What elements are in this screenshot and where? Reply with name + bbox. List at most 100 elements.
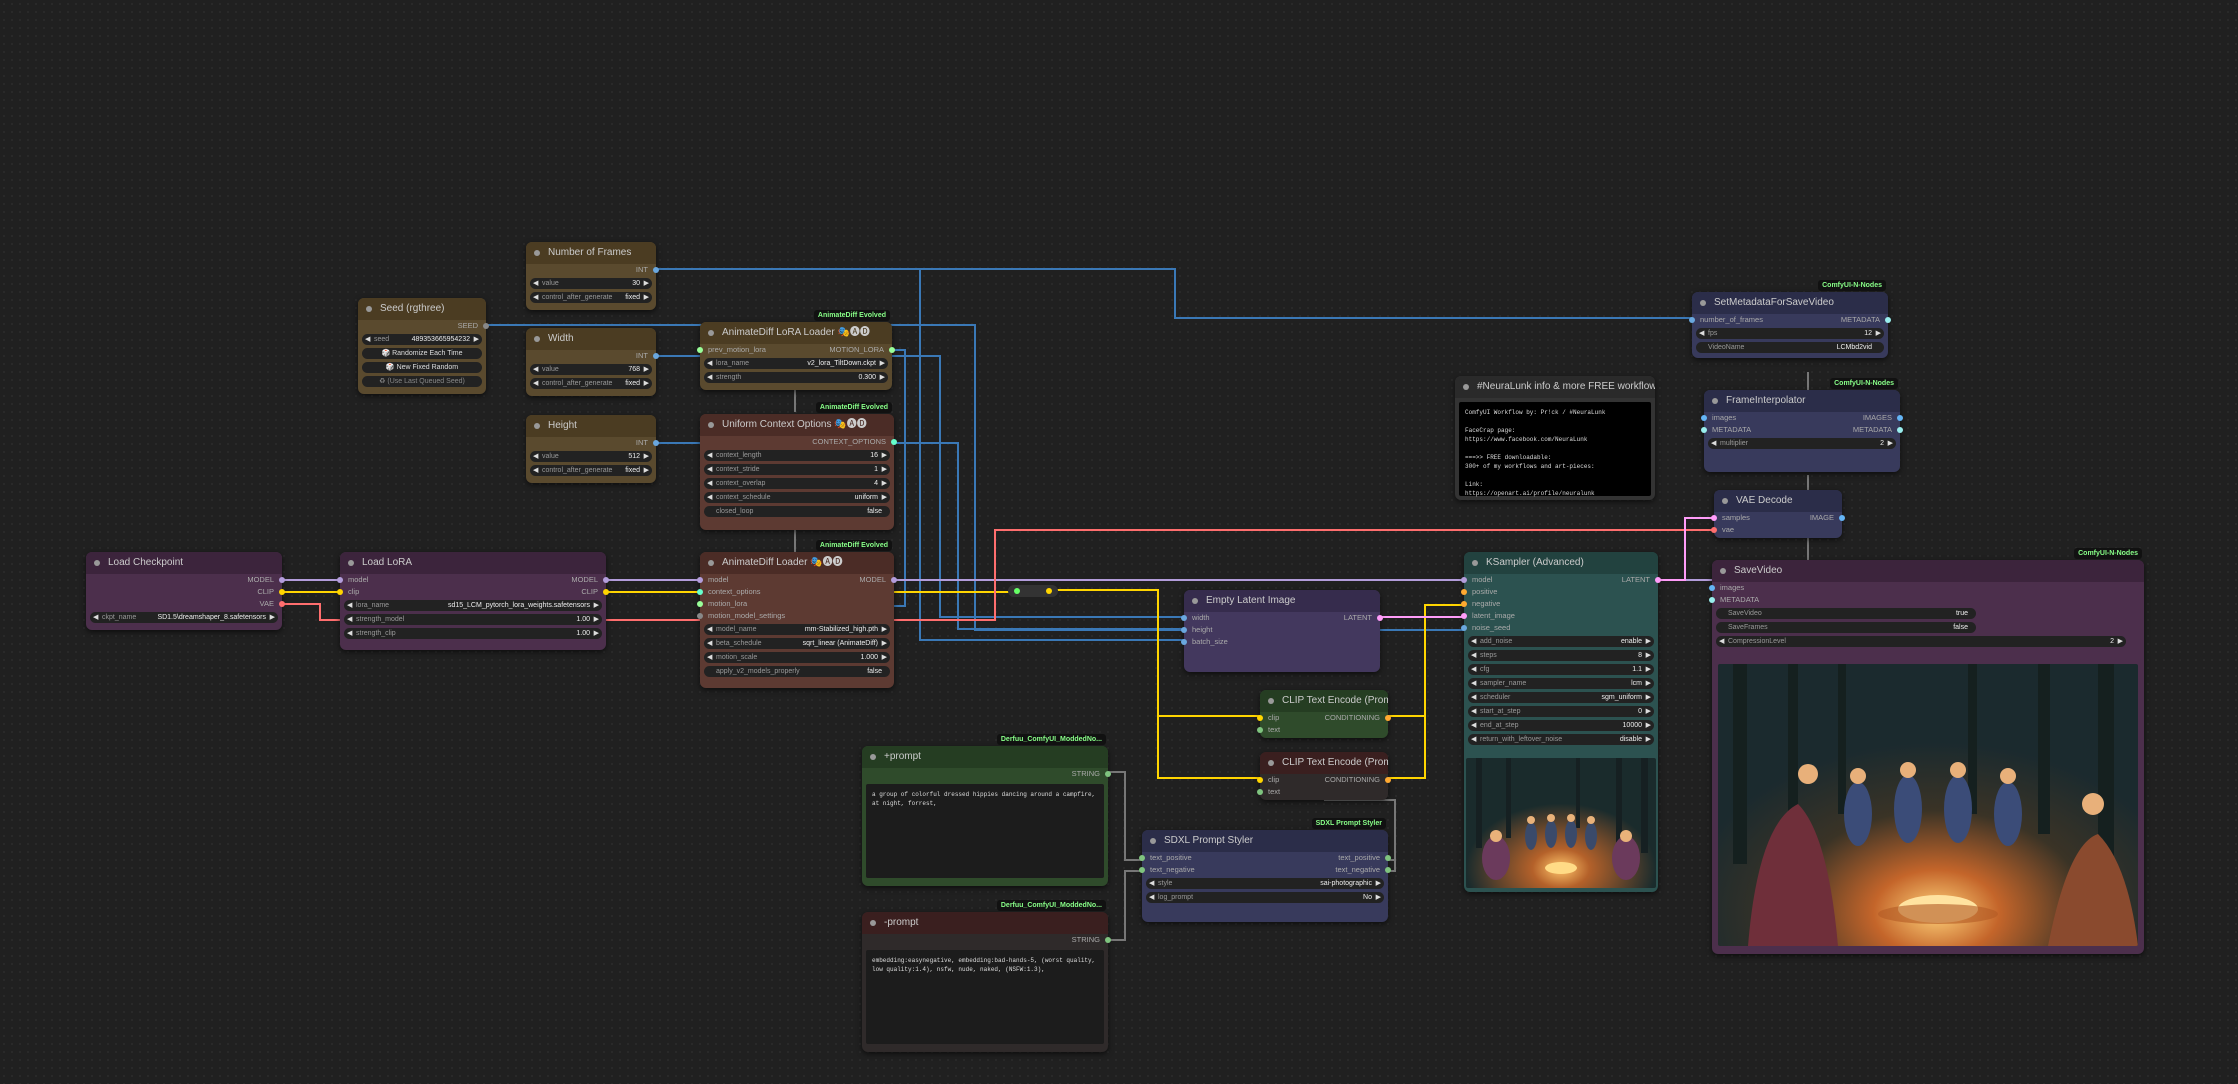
arrow-left-icon[interactable]: ◀ [533,378,538,389]
node-number-of-frames[interactable]: Number of Frames INT ◀ value 30 ▶ ◀ control_… [526,242,659,310]
output-pin[interactable] [1839,515,1845,521]
arrow-right-icon[interactable]: ▶ [594,628,599,639]
input-pin[interactable] [1701,427,1707,433]
arrow-left-icon[interactable]: ◀ [1711,438,1716,449]
input-pin[interactable] [1257,715,1263,721]
new-fixed-random-button[interactable]: 🎲 New Fixed Random [362,362,482,373]
input-pin[interactable] [1461,625,1467,631]
arrow-left-icon[interactable]: ◀ [1471,692,1476,703]
arrow-right-icon[interactable]: ▶ [1646,678,1651,689]
arrow-left-icon[interactable]: ◀ [707,372,712,383]
negative-prompt-textarea[interactable]: embedding:easynegative, embedding:bad-ha… [866,950,1104,1044]
seed-widget[interactable]: ◀ seed 489353665954232 ▶ [362,334,482,345]
node-title[interactable]: #NeuraLunk info & more FREE workflows [1455,376,1655,398]
arrow-right-icon[interactable]: ▶ [644,378,649,389]
motion-scale-widget[interactable]: ◀ motion_scale 1.000 ▶ [704,652,890,663]
apply-v2-models-toggle[interactable]: apply_v2_models_properly false [704,666,890,677]
node-empty-latent-image[interactable]: Empty Latent Image width LATENT height ba… [1181,590,1383,672]
multiplier-widget[interactable]: ◀ multiplier 2 ▶ [1708,438,1896,449]
arrow-left-icon[interactable]: ◀ [1471,650,1476,661]
arrow-right-icon[interactable]: ▶ [1646,692,1651,703]
reroute-out-pin[interactable] [1046,588,1052,594]
arrow-right-icon[interactable]: ▶ [1876,328,1881,339]
node-animatediff-lora-loader[interactable]: AnimateDiff Evolved AnimateDiff LoRA Loa… [697,310,895,390]
node-title[interactable]: VAE Decode [1714,490,1842,512]
arrow-right-icon[interactable]: ▶ [1646,706,1651,717]
input-pin[interactable] [697,577,703,583]
video-name-widget[interactable]: VideoName LCMbd2vid [1696,342,1884,353]
node-frame-interpolator[interactable]: ComfyUI-N-Nodes FrameInterpolator images… [1701,378,1903,472]
arrow-left-icon[interactable]: ◀ [1471,734,1476,745]
input-pin[interactable] [697,601,703,607]
arrow-right-icon[interactable]: ▶ [644,451,649,462]
arrow-left-icon[interactable]: ◀ [707,492,712,503]
input-pin[interactable] [1139,855,1145,861]
node-positive-prompt[interactable]: Derfuu_ComfyUI_ModdedNo... +prompt STRIN… [862,734,1111,886]
output-pin[interactable] [603,577,609,583]
node-ksampler-advanced[interactable]: KSampler (Advanced) model LATENT positive… [1461,552,1661,892]
node-title[interactable]: Height [526,415,656,437]
input-pin[interactable] [337,577,343,583]
style-widget[interactable]: ◀ style sai-photographic ▶ [1146,878,1384,889]
input-pin[interactable] [1257,789,1263,795]
output-pin[interactable] [1377,615,1383,621]
sampler-name-widget[interactable]: ◀ sampler_name lcm ▶ [1468,678,1654,689]
node-title[interactable]: Seed (rgthree) [358,298,486,320]
output-pin[interactable] [891,439,897,445]
start-at-step-widget[interactable]: ◀ start_at_step 0 ▶ [1468,706,1654,717]
fps-widget[interactable]: ◀ fps 12 ▶ [1696,328,1884,339]
closed-loop-toggle[interactable]: closed_loop false [704,506,890,517]
node-title[interactable]: FrameInterpolator [1704,390,1900,412]
graph-canvas[interactable]: Number of Frames INT ◀ value 30 ▶ ◀ control_… [0,0,2238,1084]
use-last-queued-seed-button[interactable]: ♻ (Use Last Queued Seed) [362,376,482,387]
input-pin[interactable] [1711,527,1717,533]
control-after-generate-widget[interactable]: ◀ control_after_generate fixed ▶ [530,465,652,476]
log-prompt-widget[interactable]: ◀ log_prompt No ▶ [1146,892,1384,903]
arrow-right-icon[interactable]: ▶ [882,478,887,489]
strength-widget[interactable]: ◀ strength 0.300 ▶ [704,372,888,383]
arrow-right-icon[interactable]: ▶ [1646,720,1651,731]
arrow-right-icon[interactable]: ▶ [882,638,887,649]
ckpt-name-widget[interactable]: ◀ ckpt_name SD1.5\dreamshaper_8.safetensor… [90,612,278,623]
output-pin[interactable] [1105,771,1111,777]
output-pin[interactable] [279,589,285,595]
cfg-widget[interactable]: ◀ cfg 1.1 ▶ [1468,664,1654,675]
output-pin[interactable] [1897,415,1903,421]
output-pin[interactable] [483,323,489,329]
input-pin[interactable] [1701,415,1707,421]
arrow-right-icon[interactable]: ▶ [1376,892,1381,903]
node-title[interactable]: Uniform Context Options 🎭🅐🅓 [700,414,894,436]
input-pin[interactable] [697,613,703,619]
randomize-each-time-button[interactable]: 🎲 Randomize Each Time [362,348,482,359]
input-pin[interactable] [1181,639,1187,645]
add-noise-widget[interactable]: ◀ add_noise enable ▶ [1468,636,1654,647]
output-pin[interactable] [653,353,659,359]
arrow-left-icon[interactable]: ◀ [1149,878,1154,889]
node-title[interactable]: SetMetadataForSaveVideo [1692,292,1888,314]
node-seed-rgthree[interactable]: Seed (rgthree) SEED ◀ seed 489353665954232… [358,298,489,394]
arrow-left-icon[interactable]: ◀ [707,624,712,635]
node-title[interactable]: AnimateDiff LoRA Loader 🎭🅐🅓 [700,322,892,344]
arrow-left-icon[interactable]: ◀ [707,450,712,461]
arrow-right-icon[interactable]: ▶ [594,600,599,611]
input-pin[interactable] [1709,597,1715,603]
output-pin[interactable] [1105,937,1111,943]
node-animatediff-loader[interactable]: AnimateDiff Evolved AnimateDiff Loader 🎭… [697,540,897,688]
arrow-left-icon[interactable]: ◀ [707,358,712,369]
input-pin[interactable] [337,589,343,595]
node-title[interactable]: Width [526,328,656,350]
node-title[interactable]: Number of Frames [526,242,656,264]
arrow-right-icon[interactable]: ▶ [882,652,887,663]
node-title[interactable]: CLIP Text Encode (Prompt) [1260,690,1388,712]
output-pin[interactable] [1897,427,1903,433]
context-overlap-widget[interactable]: ◀ context_overlap 4 ▶ [704,478,890,489]
output-pin[interactable] [279,601,285,607]
node-save-video[interactable]: ComfyUI-N-Nodes SaveVideo images METADAT… [1709,548,2144,954]
arrow-right-icon[interactable]: ▶ [882,464,887,475]
output-pin[interactable] [603,589,609,595]
node-title[interactable]: SDXL Prompt Styler [1142,830,1388,852]
arrow-left-icon[interactable]: ◀ [707,478,712,489]
arrow-left-icon[interactable]: ◀ [707,464,712,475]
arrow-right-icon[interactable]: ▶ [880,372,885,383]
arrow-right-icon[interactable]: ▶ [2118,636,2123,647]
